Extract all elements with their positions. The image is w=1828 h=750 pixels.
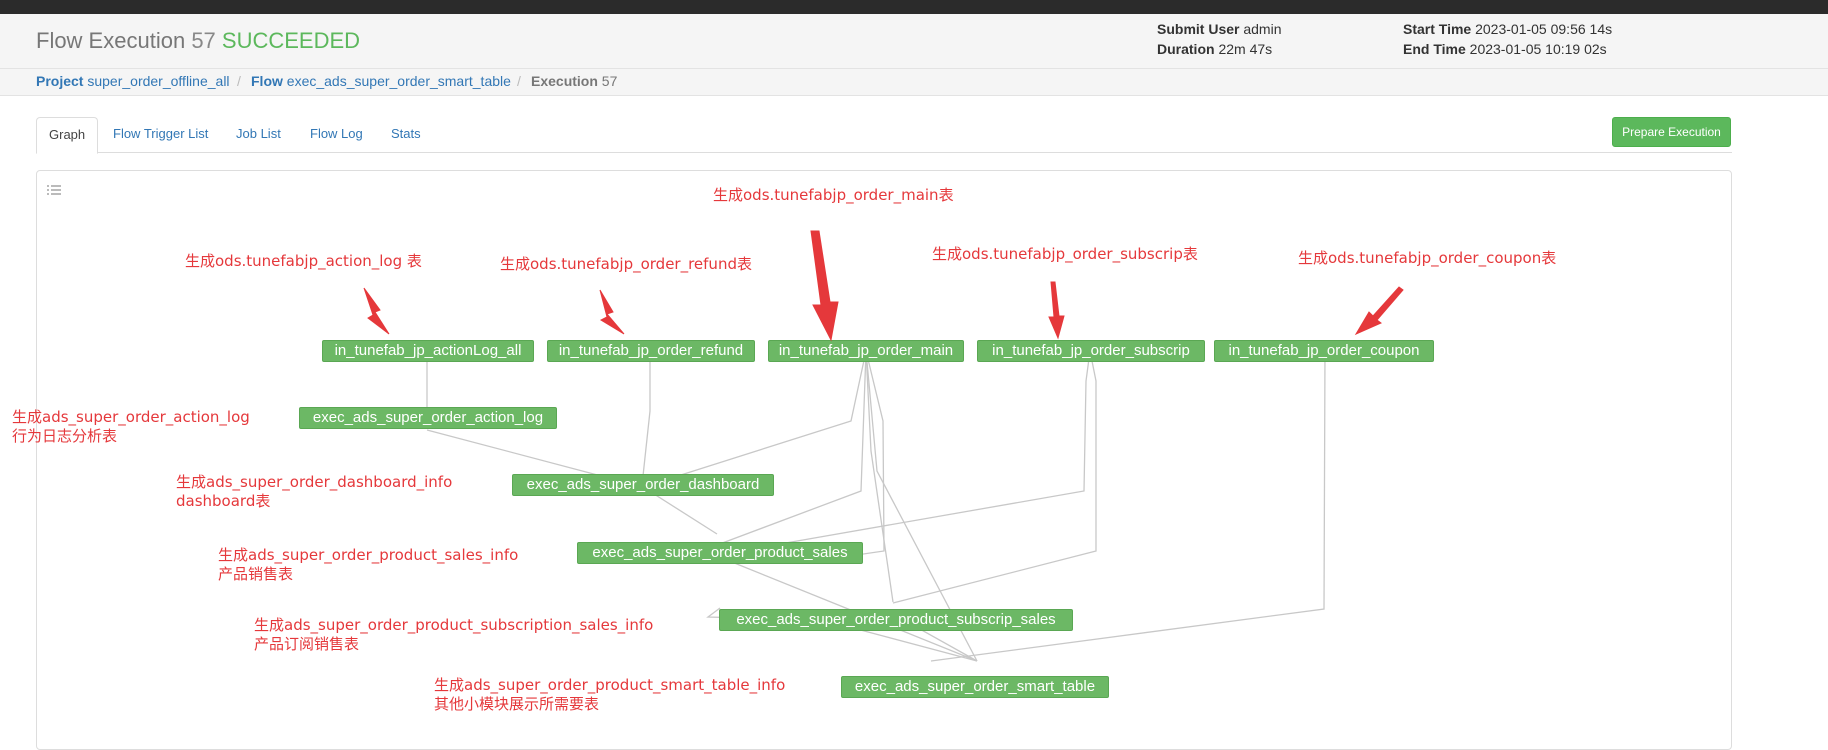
arrow-icon (810, 230, 839, 342)
arrow-icon (1048, 281, 1065, 340)
annotation-arrows (363, 230, 1404, 342)
arrow-icon (363, 287, 390, 335)
arrow-icon (599, 289, 625, 335)
arrow-icon (1354, 286, 1404, 336)
